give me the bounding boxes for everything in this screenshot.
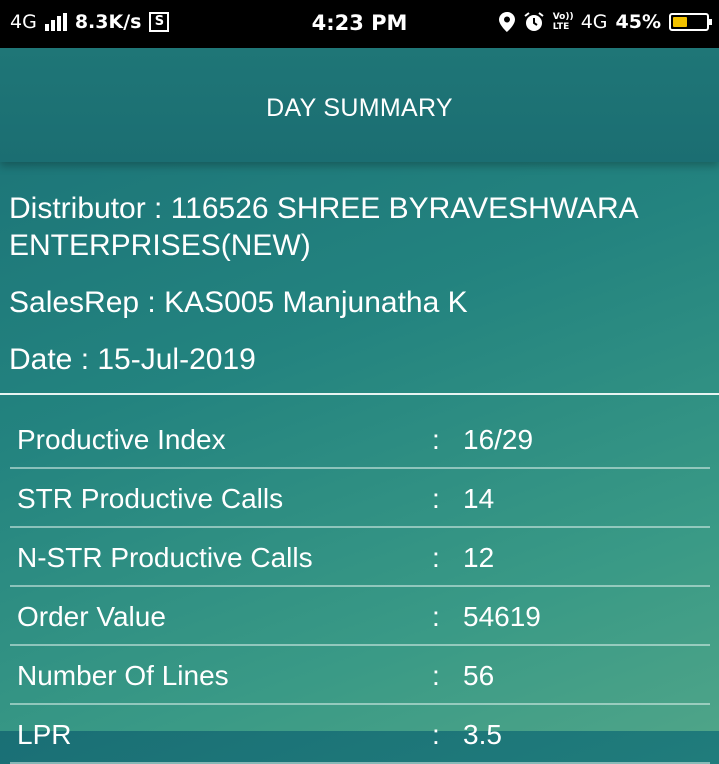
summary-value: 54619	[463, 601, 541, 632]
summary-separator: :	[432, 601, 440, 632]
section-divider	[0, 393, 719, 395]
summary-row: Number Of Lines : 56	[10, 646, 710, 705]
app-header: DAY SUMMARY	[0, 48, 719, 162]
salesrep-line: SalesRep : KAS005 Manjunatha K	[9, 286, 468, 319]
summary-label: Order Value	[17, 601, 166, 632]
status-right: Vo)) LTE 4G 45%	[498, 11, 712, 33]
volte-label: Vo)) LTE	[552, 12, 574, 32]
summary-value: 3.5	[463, 719, 502, 750]
summary-separator: :	[432, 424, 440, 455]
summary-row: LPR : 3.5	[10, 705, 710, 764]
summary-label: STR Productive Calls	[17, 483, 284, 514]
battery-percent: 45%	[615, 11, 661, 33]
alarm-clock-icon	[524, 12, 544, 31]
location-pin-icon	[498, 12, 515, 32]
summary-row: Order Value : 54619	[10, 587, 710, 646]
network-type-secondary: 4G	[580, 11, 608, 33]
battery-icon	[669, 13, 712, 31]
summary-value: 14	[463, 483, 495, 514]
summary-table: Productive Index : 16/29 STR Productive …	[10, 410, 710, 764]
summary-value: 56	[463, 660, 495, 691]
summary-label: Productive Index	[17, 424, 226, 455]
summary-separator: :	[432, 719, 440, 750]
date-line: Date : 15-Jul-2019	[9, 343, 256, 376]
summary-separator: :	[432, 483, 440, 514]
status-bar: 4G 8.3K/s S 4:23 PM Vo)) LTE 4G 45%	[0, 0, 719, 48]
summary-label: Number Of Lines	[17, 660, 229, 691]
summary-value: 16/29	[463, 424, 534, 455]
summary-row: Productive Index : 16/29	[10, 410, 710, 469]
distributor-line: Distributor : 116526 SHREE BYRAVESHWARA …	[9, 192, 638, 262]
summary-label: N-STR Productive Calls	[17, 542, 313, 573]
summary-label: LPR	[17, 719, 72, 750]
page-title: DAY SUMMARY	[266, 94, 453, 122]
distributor-info: Distributor : 116526 SHREE BYRAVESHWARA …	[9, 190, 709, 398]
summary-row: N-STR Productive Calls : 12	[10, 528, 710, 587]
summary-separator: :	[432, 660, 440, 691]
summary-row: STR Productive Calls : 14	[10, 469, 710, 528]
summary-value: 12	[463, 542, 495, 573]
summary-separator: :	[432, 542, 440, 573]
